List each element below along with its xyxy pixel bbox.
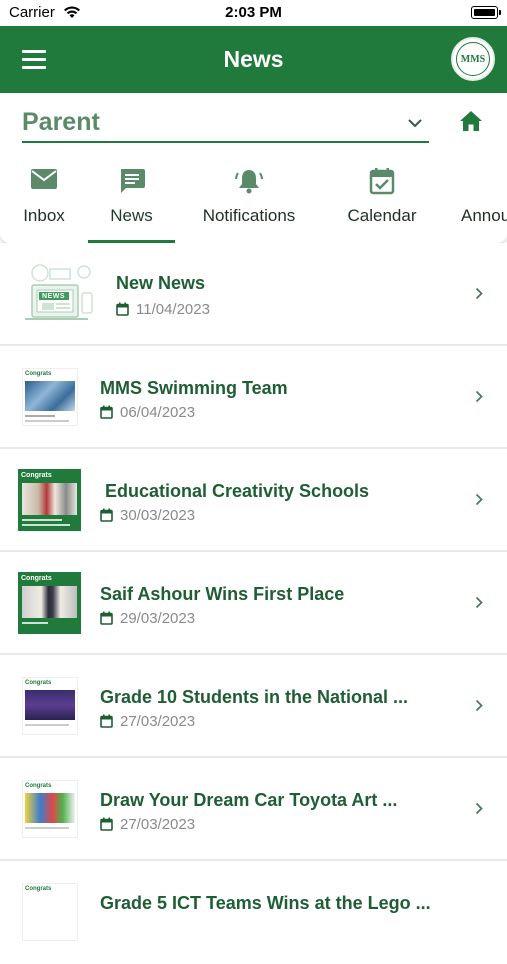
news-item[interactable]: Congrats MMS Swimming Team 06/04/2023 [0,346,507,449]
bell-icon [234,167,264,200]
chevron-right-icon [475,493,483,511]
tab-label: Calendar [347,206,417,225]
tab-announcements[interactable]: Annou [450,163,507,243]
congrats-label: Congrats [25,371,52,377]
news-badge: NEWS [42,293,65,300]
news-thumbnail: Congrats [22,368,78,426]
news-title: Educational Creativity Schools [105,481,370,501]
top-panel: Parent Inbox News Notifications Calendar… [0,93,507,243]
calendar-icon [100,405,113,424]
chevron-right-icon [475,390,483,408]
calendar-icon [116,302,129,321]
news-item[interactable]: Congrats Educational Creativity Schools … [0,449,507,552]
school-logo[interactable]: MMS [451,37,495,81]
news-title: Saif Ashour Wins First Place [100,584,345,604]
calendar-icon [100,817,113,836]
news-item[interactable]: Congrats Grade 10 Students in the Nation… [0,655,507,758]
congrats-label: Congrats [21,575,52,582]
congrats-label: Congrats [25,886,52,892]
news-date: 29/03/2023 [120,610,196,627]
chevron-right-icon [475,699,483,717]
chevron-right-icon [475,287,483,305]
chevron-right-icon [475,802,483,820]
tab-notifications[interactable]: Notifications [190,163,308,243]
news-title: Draw Your Dream Car Toyota Art ... [100,790,398,810]
photo-placeholder [22,586,77,618]
news-item[interactable]: NEWS New News 11/04/2023 [0,243,507,346]
tab-inbox[interactable]: Inbox [10,163,78,243]
photo-placeholder [22,483,77,515]
news-date: 11/04/2023 [136,301,210,318]
role-value: Parent [22,108,100,136]
tab-label: Annou [461,206,507,225]
tab-news[interactable]: News [88,163,175,243]
calendar-icon [100,611,113,630]
congrats-label: Congrats [25,783,52,789]
battery-icon [471,6,501,19]
news-title: Grade 10 Students in the National ... [100,687,409,707]
photo-placeholder [25,793,75,823]
news-title: New News [116,273,206,293]
news-thumbnail: Congrats [18,572,81,634]
news-date: 27/03/2023 [120,816,196,833]
tab-label: Inbox [23,206,65,225]
crest-icon: MMS [456,42,490,76]
tab-calendar[interactable]: Calendar [338,163,426,243]
congrats-label: Congrats [21,472,52,479]
chevron-down-icon [407,115,423,133]
tab-label: News [110,206,153,225]
news-item[interactable]: Congrats Saif Ashour Wins First Place 29… [0,552,507,655]
news-item[interactable]: Congrats Draw Your Dream Car Toyota Art … [0,758,507,861]
news-title: Grade 5 ICT Teams Wins at the Lego ... [100,893,431,913]
logo-text: MMS [460,53,486,65]
tab-label: Notifications [202,206,296,225]
news-thumbnail: Congrats [18,469,81,531]
chat-icon [118,167,146,200]
status-bar: Carrier 2:03 PM [0,0,507,26]
news-title: MMS Swimming Team [100,378,288,398]
news-thumbnail: Congrats [22,677,78,735]
page-title: News [223,46,284,72]
congrats-label: Congrats [25,680,52,686]
news-thumbnail: NEWS [20,263,96,332]
clock: 2:03 PM [225,4,282,21]
news-date: 27/03/2023 [120,713,196,730]
news-date: 30/03/2023 [120,507,196,524]
chevron-right-icon [475,596,483,614]
news-list: NEWS New News 11/04/2023 Congrats MMS Sw… [0,243,507,964]
tab-bar: Inbox News Notifications Calendar Annou [0,163,507,243]
calendar-icon [100,508,113,527]
role-dropdown[interactable]: Parent [22,105,429,143]
news-item[interactable]: Congrats Grade 5 ICT Teams Wins at the L… [0,861,507,964]
news-thumbnail: Congrats [22,883,78,941]
home-icon[interactable] [459,110,483,137]
mail-icon [30,167,58,196]
photo-placeholder [25,381,75,411]
app-bar: News MMS [0,26,507,93]
photo-placeholder [25,690,75,720]
calendar-icon [100,714,113,733]
news-date: 06/04/2023 [120,404,196,421]
news-thumbnail: Congrats [22,780,78,838]
calendar-check-icon [369,167,395,200]
